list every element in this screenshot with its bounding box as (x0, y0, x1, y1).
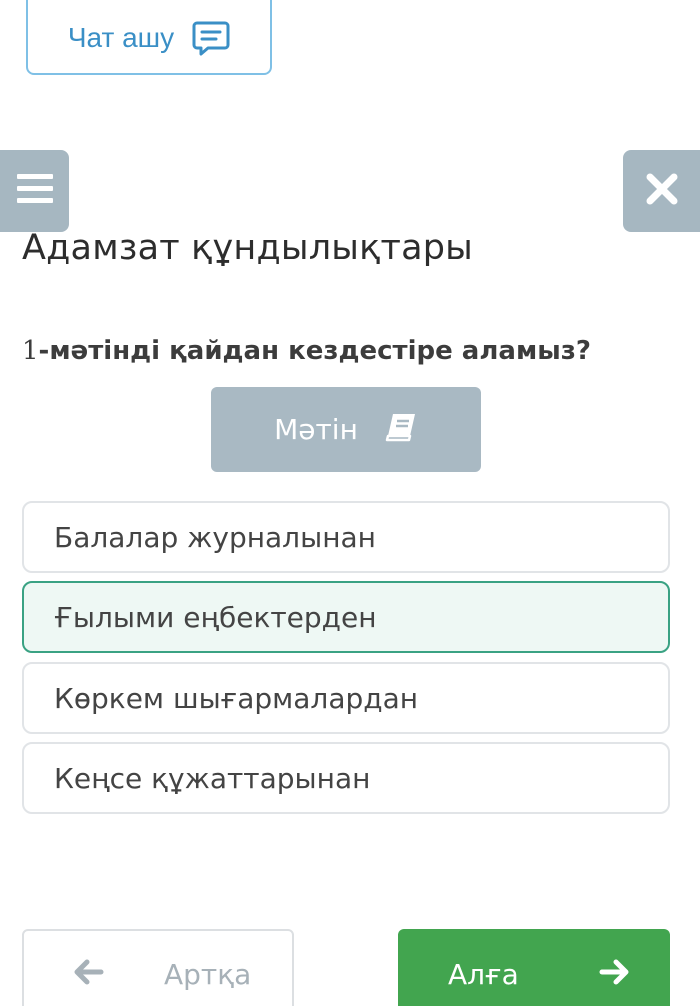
hamburger-menu-icon (15, 172, 55, 211)
close-button[interactable] (623, 150, 700, 232)
book-icon (384, 412, 418, 447)
next-button[interactable]: Алға (398, 929, 670, 1006)
arrow-right-icon (599, 959, 631, 990)
show-text-button[interactable]: Мәтін (211, 387, 481, 472)
question-body: -мәтінді қайдан кездестіре аламыз? (38, 336, 591, 366)
arrow-left-icon (72, 959, 104, 990)
menu-button[interactable] (0, 150, 69, 232)
answer-option-label: Көркем шығармалардан (54, 681, 419, 715)
answer-option-label: Балалар журналынан (54, 520, 376, 554)
next-label: Алға (448, 957, 519, 991)
chat-bubble-icon (192, 19, 230, 57)
close-icon (645, 172, 679, 211)
answer-option-label: Ғылыми еңбектерден (54, 600, 377, 634)
chat-open-button[interactable]: Чат ашу (26, 0, 272, 75)
show-text-label: Мәтін (274, 413, 358, 446)
answer-option-2[interactable]: Ғылыми еңбектерден (22, 581, 670, 653)
chat-open-label: Чат ашу (67, 21, 175, 53)
lesson-title: Адамзат құндылықтары (22, 228, 473, 268)
back-label: Артқа (164, 957, 252, 991)
answer-option-4[interactable]: Кеңсе құжаттарынан (22, 742, 670, 814)
question-number: 1 (22, 336, 39, 366)
answer-option-label: Кеңсе құжаттарынан (54, 761, 371, 795)
answer-option-3[interactable]: Көркем шығармалардан (22, 662, 670, 734)
answer-option-1[interactable]: Балалар журналынан (22, 501, 670, 573)
question-text: 1-мәтінді қайдан кездестіре аламыз? (22, 336, 591, 366)
back-button[interactable]: Артқа (22, 929, 294, 1006)
